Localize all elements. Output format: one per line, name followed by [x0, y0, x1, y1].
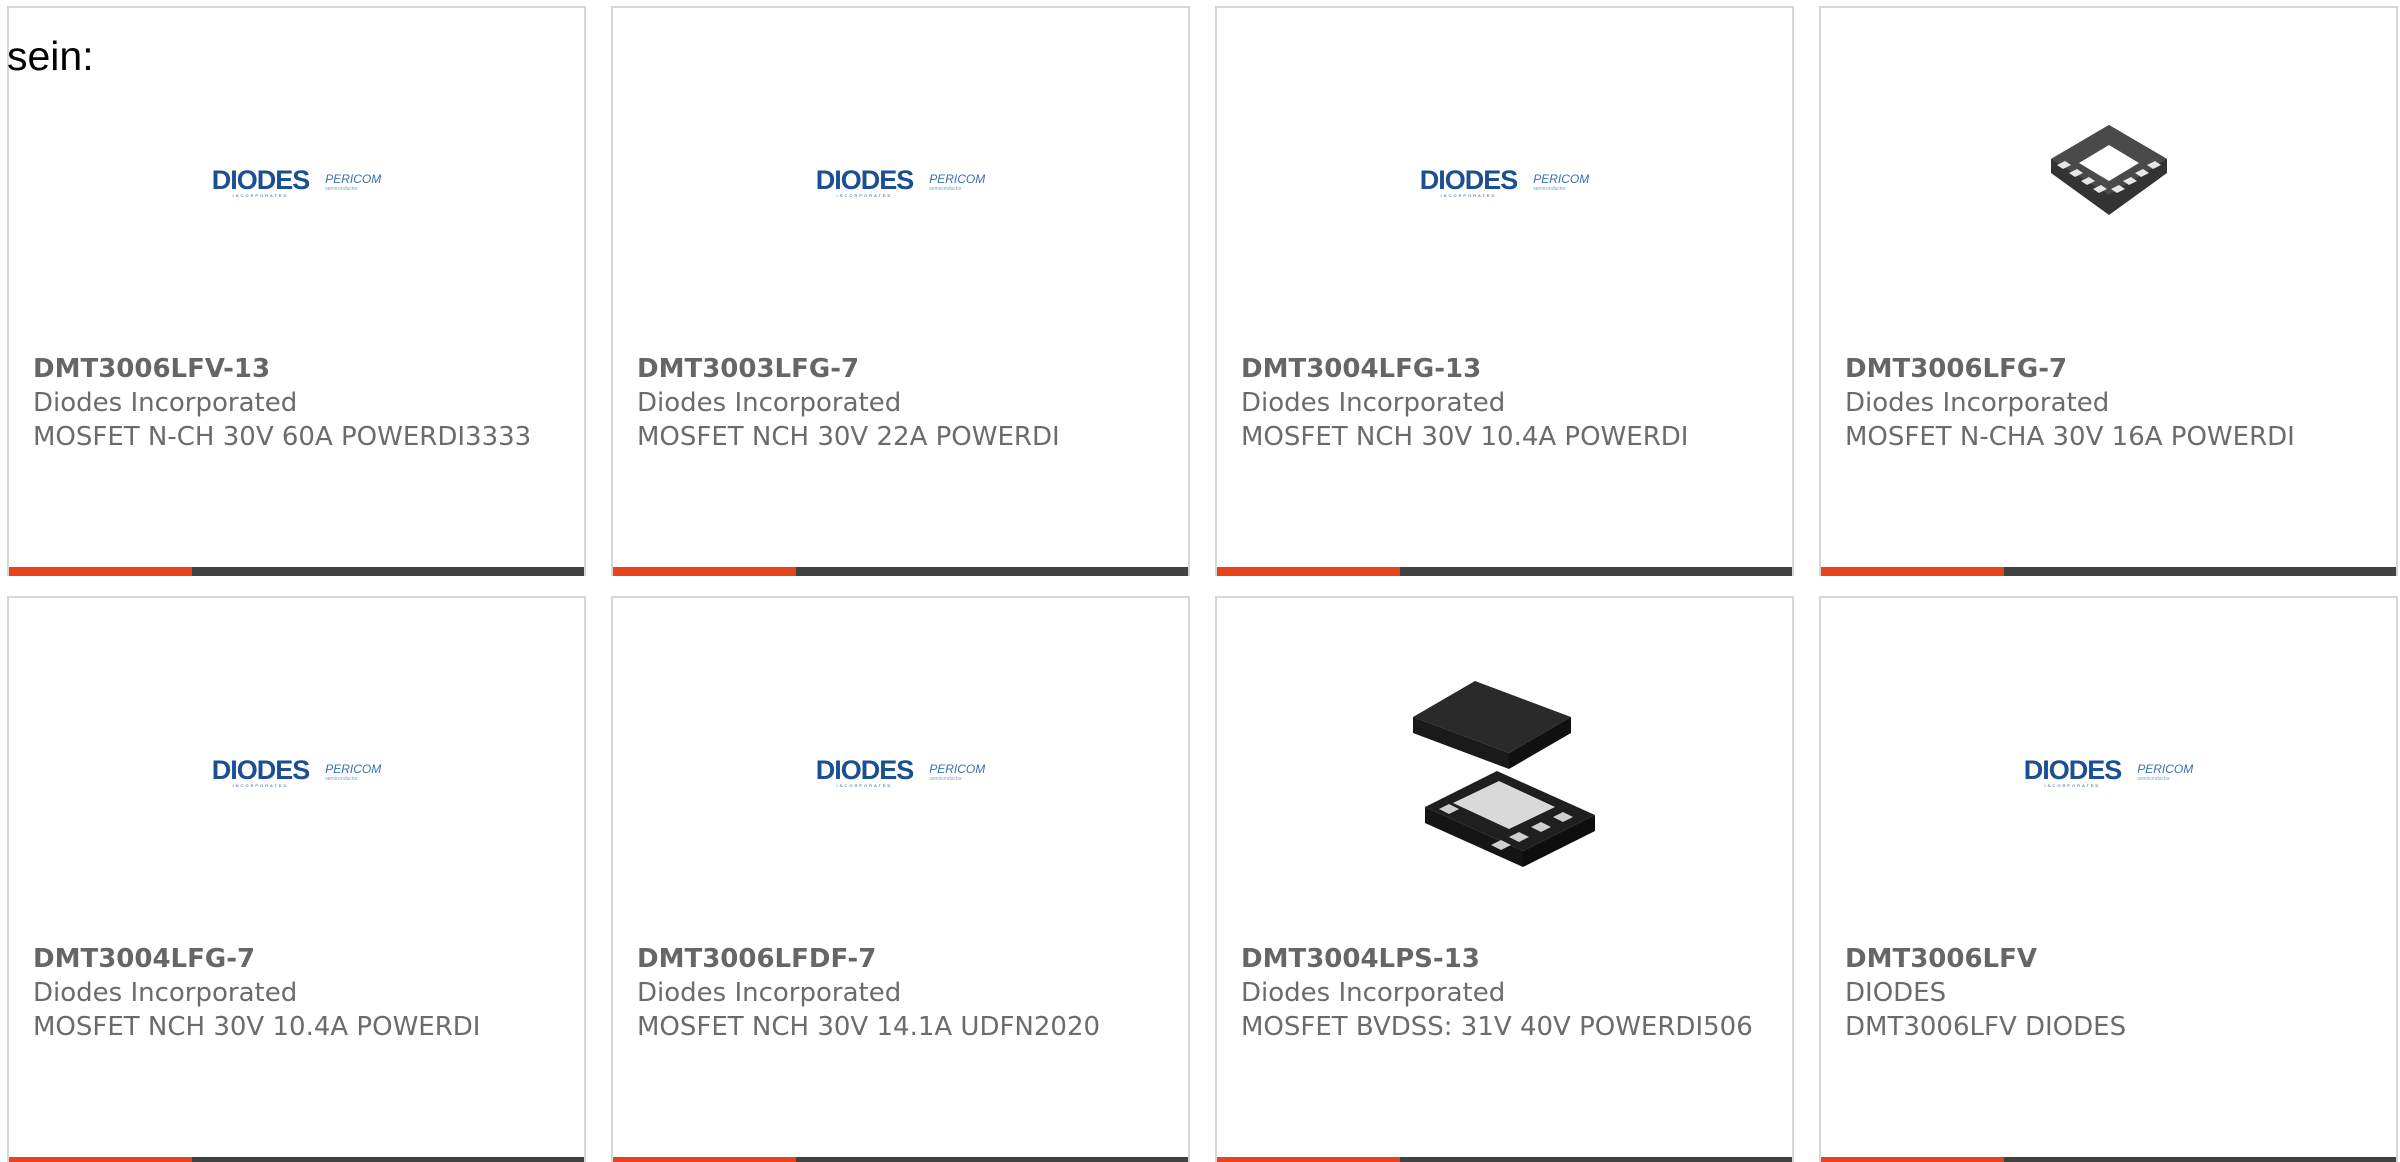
product-card[interactable]: DIODES INCORPORATED PERICOM semiconductor …: [7, 6, 586, 576]
chip-package-image: [2039, 115, 2179, 225]
part-number-link[interactable]: DMT3003LFG-7: [637, 352, 1172, 386]
part-number-link[interactable]: DMT3006LFG-7: [1845, 352, 2380, 386]
manufacturer-label: Diodes Incorporated: [637, 388, 902, 418]
part-number-link[interactable]: DMT3006LFV-13: [33, 352, 568, 386]
diodes-pericom-logo: DIODES INCORPORATED PERICOM semiconductor: [211, 164, 382, 198]
product-card[interactable]: DIODES INCORPORATED PERICOM semiconductor …: [611, 6, 1190, 576]
product-card[interactable]: DIODES INCORPORATED PERICOM semiconductor …: [611, 596, 1190, 1162]
product-image-area: DIODES INCORPORATED PERICOM semiconductor: [613, 598, 1188, 938]
card-accent-bar: [9, 567, 584, 576]
manufacturer-label: Diodes Incorporated: [33, 978, 298, 1008]
product-description: MOSFET N-CHA 30V 16A POWERDI: [1845, 422, 2295, 452]
part-number-link[interactable]: DMT3004LFG-7: [33, 942, 568, 976]
part-number-link[interactable]: DMT3004LPS-13: [1241, 942, 1776, 976]
product-description: MOSFET BVDSS: 31V 40V POWERDI506: [1241, 1012, 1753, 1042]
product-card[interactable]: DIODES INCORPORATED PERICOM semiconductor …: [7, 596, 586, 1162]
diodes-pericom-logo: DIODES INCORPORATED PERICOM semiconductor: [211, 754, 382, 788]
diodes-pericom-logo: DIODES INCORPORATED PERICOM semiconductor: [815, 164, 986, 198]
product-image-area: DIODES INCORPORATED PERICOM semiconductor: [9, 8, 584, 348]
manufacturer-label: Diodes Incorporated: [33, 388, 298, 418]
product-card[interactable]: DMT3006LFG-7 Diodes Incorporated MOSFET …: [1819, 6, 2398, 576]
product-description: MOSFET N-CH 30V 60A POWERDI3333: [33, 422, 532, 452]
product-description: MOSFET NCH 30V 22A POWERDI: [637, 422, 1060, 452]
card-accent-bar: [9, 1157, 584, 1162]
manufacturer-label: Diodes Incorporated: [637, 978, 902, 1008]
product-description: MOSFET NCH 30V 14.1A UDFN2020: [637, 1012, 1101, 1042]
card-accent-bar: [1821, 567, 2396, 576]
page-heading: sein:: [7, 33, 94, 79]
diodes-pericom-logo: DIODES INCORPORATED PERICOM semiconductor: [2023, 754, 2194, 788]
product-description: MOSFET NCH 30V 10.4A POWERDI: [33, 1012, 481, 1042]
part-number-link[interactable]: DMT3004LFG-13: [1241, 352, 1776, 386]
manufacturer-label: DIODES: [1845, 978, 1947, 1008]
product-image-area: DIODES INCORPORATED PERICOM semiconductor: [1821, 598, 2396, 938]
product-image-area: DIODES INCORPORATED PERICOM semiconductor: [613, 8, 1188, 348]
product-card[interactable]: DMT3004LPS-13 Diodes Incorporated MOSFET…: [1215, 596, 1794, 1162]
powerdi-package-image: [1405, 677, 1605, 877]
product-image-area: DIODES INCORPORATED PERICOM semiconductor: [9, 598, 584, 938]
diodes-pericom-logo: DIODES INCORPORATED PERICOM semiconductor: [1419, 164, 1590, 198]
product-description: DMT3006LFV DIODES: [1845, 1012, 2127, 1042]
part-number-link[interactable]: DMT3006LFV: [1845, 942, 2380, 976]
product-description: MOSFET NCH 30V 10.4A POWERDI: [1241, 422, 1689, 452]
diodes-pericom-logo: DIODES INCORPORATED PERICOM semiconductor: [815, 754, 986, 788]
part-number-link[interactable]: DMT3006LFDF-7: [637, 942, 1172, 976]
card-accent-bar: [1217, 567, 1792, 576]
product-card[interactable]: DIODES INCORPORATED PERICOM semiconductor …: [1215, 6, 1794, 576]
product-card[interactable]: DIODES INCORPORATED PERICOM semiconductor …: [1819, 596, 2398, 1162]
product-image-area: [1217, 598, 1792, 938]
card-accent-bar: [613, 1157, 1188, 1162]
manufacturer-label: Diodes Incorporated: [1241, 388, 1506, 418]
product-image-area: DIODES INCORPORATED PERICOM semiconductor: [1217, 8, 1792, 348]
card-accent-bar: [1821, 1157, 2396, 1162]
card-accent-bar: [613, 567, 1188, 576]
card-accent-bar: [1217, 1157, 1792, 1162]
manufacturer-label: Diodes Incorporated: [1845, 388, 2110, 418]
manufacturer-label: Diodes Incorporated: [1241, 978, 1506, 1008]
product-image-area: [1821, 8, 2396, 348]
